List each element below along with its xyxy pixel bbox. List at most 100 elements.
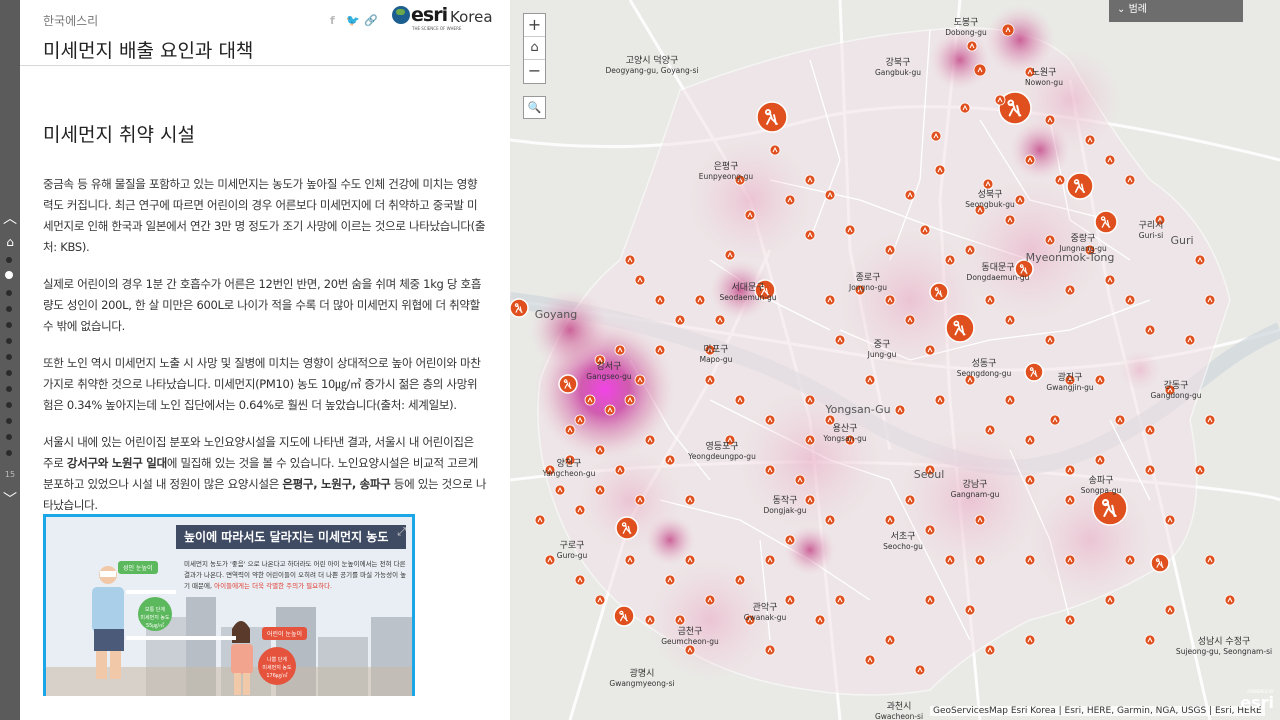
daycare-marker[interactable] <box>982 178 994 190</box>
daycare-marker[interactable] <box>1064 464 1076 476</box>
daycare-marker[interactable] <box>1024 554 1036 566</box>
daycare-marker[interactable] <box>794 474 806 486</box>
nav-dot[interactable] <box>6 370 12 376</box>
daycare-marker[interactable] <box>1044 334 1056 346</box>
senior-care-facility-marker[interactable] <box>756 101 788 133</box>
nav-dot[interactable] <box>6 322 12 328</box>
daycare-marker[interactable] <box>1064 614 1076 626</box>
nav-dot[interactable] <box>6 354 12 360</box>
daycare-marker[interactable] <box>824 514 836 526</box>
daycare-marker[interactable] <box>1014 194 1026 206</box>
map-view[interactable]: 도봉구 Dobong-gu 노원구 Nowon-gu 강북구 Gangbuk-gu 고양시 … <box>510 0 1280 720</box>
daycare-marker[interactable] <box>624 254 636 266</box>
nav-dot[interactable] <box>6 306 12 312</box>
daycare-marker[interactable] <box>884 634 896 646</box>
daycare-marker[interactable] <box>1224 594 1236 606</box>
daycare-marker[interactable] <box>924 344 936 356</box>
daycare-marker[interactable] <box>884 514 896 526</box>
daycare-marker[interactable] <box>1124 554 1136 566</box>
daycare-marker[interactable] <box>574 504 586 516</box>
home-button[interactable]: ⌂ <box>524 37 545 60</box>
daycare-marker[interactable] <box>884 294 896 306</box>
senior-care-facility-marker[interactable] <box>1094 210 1118 234</box>
senior-care-facility-marker[interactable] <box>613 605 635 627</box>
daycare-marker[interactable] <box>904 314 916 326</box>
daycare-marker[interactable] <box>1004 314 1016 326</box>
daycare-marker[interactable] <box>1144 634 1156 646</box>
daycare-marker[interactable] <box>1124 174 1136 186</box>
daycare-marker[interactable] <box>534 514 546 526</box>
daycare-marker[interactable] <box>1194 254 1206 266</box>
daycare-marker[interactable] <box>844 224 856 236</box>
daycare-marker[interactable] <box>824 294 836 306</box>
daycare-marker[interactable] <box>914 664 926 676</box>
daycare-marker[interactable] <box>894 404 906 416</box>
daycare-marker[interactable] <box>654 344 666 356</box>
search-button[interactable]: 🔍 <box>523 96 546 119</box>
senior-care-facility-marker[interactable] <box>929 282 949 302</box>
daycare-marker[interactable] <box>624 554 636 566</box>
daycare-marker[interactable] <box>1024 154 1036 166</box>
daycare-marker[interactable] <box>994 94 1006 106</box>
map-attribution[interactable]: GeoServicesMap Esri Korea | Esri, HERE, … <box>930 706 1265 716</box>
daycare-marker[interactable] <box>864 654 876 666</box>
daycare-marker[interactable] <box>804 434 816 446</box>
daycare-marker[interactable] <box>684 494 696 506</box>
daycare-marker[interactable] <box>1194 464 1206 476</box>
daycare-marker[interactable] <box>604 404 616 416</box>
daycare-marker[interactable] <box>764 414 776 426</box>
nav-dot-active[interactable] <box>5 271 13 279</box>
daycare-marker[interactable] <box>644 614 656 626</box>
daycare-marker[interactable] <box>624 394 636 406</box>
daycare-marker[interactable] <box>924 594 936 606</box>
daycare-marker[interactable] <box>1064 284 1076 296</box>
daycare-marker[interactable] <box>769 144 781 156</box>
daycare-marker[interactable] <box>644 434 656 446</box>
daycare-marker[interactable] <box>824 189 836 201</box>
daycare-marker[interactable] <box>959 102 971 114</box>
daycare-marker[interactable] <box>664 454 676 466</box>
nav-dot[interactable] <box>6 402 12 408</box>
esri-watermark-logo[interactable]: POWERED BY esri <box>1232 689 1274 717</box>
daycare-marker[interactable] <box>1094 454 1106 466</box>
daycare-marker[interactable] <box>584 394 596 406</box>
daycare-marker[interactable] <box>864 374 876 386</box>
facebook-icon[interactable]: f <box>330 14 335 27</box>
daycare-marker[interactable] <box>1104 274 1116 286</box>
daycare-marker[interactable] <box>664 574 676 586</box>
daycare-marker[interactable] <box>1164 514 1176 526</box>
daycare-marker[interactable] <box>614 344 626 356</box>
daycare-marker[interactable] <box>1024 434 1036 446</box>
daycare-marker[interactable] <box>974 554 986 566</box>
daycare-marker[interactable] <box>944 254 956 266</box>
daycare-marker[interactable] <box>1104 154 1116 166</box>
nav-dot[interactable] <box>6 257 12 263</box>
nav-dot[interactable] <box>6 338 12 344</box>
daycare-marker[interactable] <box>984 644 996 656</box>
daycare-marker[interactable] <box>804 394 816 406</box>
daycare-marker[interactable] <box>1049 414 1061 426</box>
senior-care-facility-marker[interactable] <box>1092 490 1128 526</box>
daycare-marker[interactable] <box>1054 174 1066 186</box>
daycare-marker[interactable] <box>1044 114 1056 126</box>
daycare-marker[interactable] <box>1144 424 1156 436</box>
daycare-marker[interactable] <box>1084 134 1096 146</box>
zoom-out-button[interactable]: − <box>524 60 545 83</box>
expand-icon[interactable]: ⤢ <box>397 525 406 539</box>
daycare-marker[interactable] <box>934 394 946 406</box>
daycare-marker[interactable] <box>804 229 816 241</box>
daycare-marker[interactable] <box>674 614 686 626</box>
daycare-marker[interactable] <box>594 594 606 606</box>
nav-dot[interactable] <box>6 290 12 296</box>
daycare-marker[interactable] <box>764 644 776 656</box>
daycare-marker[interactable] <box>934 164 946 176</box>
daycare-marker[interactable] <box>594 484 606 496</box>
daycare-marker[interactable] <box>574 574 586 586</box>
daycare-marker[interactable] <box>634 374 646 386</box>
daycare-marker[interactable] <box>984 294 996 306</box>
daycare-marker[interactable] <box>1024 634 1036 646</box>
daycare-marker[interactable] <box>674 314 686 326</box>
daycare-marker[interactable] <box>814 614 826 626</box>
daycare-marker[interactable] <box>1144 464 1156 476</box>
daycare-marker[interactable] <box>764 464 776 476</box>
